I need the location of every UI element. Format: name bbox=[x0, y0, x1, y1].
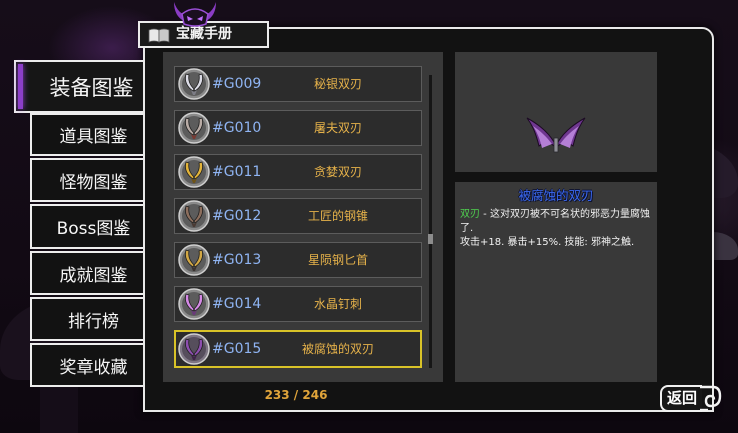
crossed-blades-icon bbox=[178, 68, 210, 100]
sidebar-item-monster-codex[interactable]: 怪物图鉴 bbox=[30, 158, 143, 202]
sidebar-item-leaderboard[interactable]: 排行榜 bbox=[30, 297, 143, 341]
detail-category: 双刃 bbox=[460, 209, 480, 220]
item-id: #G013 bbox=[212, 252, 262, 268]
list-item[interactable]: #G015 被腐蚀的双刃 bbox=[174, 330, 422, 368]
item-preview-panel bbox=[455, 52, 657, 172]
collection-counter: 233 / 246 bbox=[264, 388, 328, 402]
item-name: 贪婪双刃 bbox=[313, 165, 362, 179]
demon-emblem-icon bbox=[174, 2, 216, 27]
item-id: #G011 bbox=[212, 164, 262, 180]
sidebar-item-equipment-codex[interactable]: 装备图鉴 bbox=[14, 60, 143, 113]
list-item[interactable]: #G009 秘银双刃 bbox=[174, 66, 422, 102]
crossed-blades-icon bbox=[178, 112, 210, 144]
crossed-blades-icon bbox=[178, 200, 210, 232]
detail-title: 被腐蚀的双刃 bbox=[518, 188, 594, 203]
corrupted-blades-icon bbox=[526, 117, 586, 153]
sidebar-item-item-codex[interactable]: 道具图鉴 bbox=[30, 113, 143, 156]
item-id: #G009 bbox=[212, 76, 262, 92]
item-name: 星陨钢匕首 bbox=[307, 253, 368, 267]
list-item[interactable]: #G011 贪婪双刃 bbox=[174, 154, 422, 190]
crossed-blades-icon bbox=[178, 244, 210, 276]
item-detail-panel: 被腐蚀的双刃 双刃 - 这对双刃被不可名状的邪恶力量腐蚀了. 攻击+18. 暴击… bbox=[455, 182, 657, 382]
item-name: 屠夫双刃 bbox=[313, 121, 362, 135]
list-item[interactable]: #G014 水晶钉刺 bbox=[174, 286, 422, 322]
crossed-blades-icon bbox=[178, 288, 210, 320]
back-label: 返回 bbox=[660, 385, 702, 412]
detail-body: 双刃 - 这对双刃被不可名状的邪恶力量腐蚀了. 攻击+18. 暴击+15%. 技… bbox=[460, 208, 654, 250]
item-name: 秘银双刃 bbox=[313, 77, 362, 91]
book-icon bbox=[148, 28, 170, 43]
list-item[interactable]: #G012 工匠的钢锥 bbox=[174, 198, 422, 234]
list-item[interactable]: #G013 星陨钢匕首 bbox=[174, 242, 422, 278]
sidebar-item-medal-collection[interactable]: 奖章收藏 bbox=[30, 343, 143, 387]
item-id: #G015 bbox=[212, 341, 262, 357]
scrollbar-thumb[interactable] bbox=[428, 234, 433, 244]
detail-description: 双刃 - 这对双刃被不可名状的邪恶力量腐蚀了. bbox=[460, 208, 654, 236]
crossed-blades-icon bbox=[178, 333, 210, 365]
sidebar-item-achievement-codex[interactable]: 成就图鉴 bbox=[30, 251, 143, 295]
item-id: #G012 bbox=[212, 208, 262, 224]
item-id: #G014 bbox=[212, 296, 262, 312]
main-panel: #G009 秘银双刃 #G010 屠夫双刃 #G011 贪婪双刃 #G012 工… bbox=[143, 27, 714, 412]
item-list: #G009 秘银双刃 #G010 屠夫双刃 #G011 贪婪双刃 #G012 工… bbox=[163, 52, 443, 382]
sidebar-item-boss-codex[interactable]: Boss图鉴 bbox=[30, 204, 143, 249]
item-name: 工匠的钢锥 bbox=[307, 209, 368, 223]
item-id: #G010 bbox=[212, 120, 262, 136]
crossed-blades-icon bbox=[178, 156, 210, 188]
list-item[interactable]: #G010 屠夫双刃 bbox=[174, 110, 422, 146]
list-scrollbar[interactable] bbox=[428, 75, 433, 368]
detail-stats: 攻击+18. 暴击+15%. 技能: 邪神之触. bbox=[460, 237, 635, 248]
item-name: 水晶钉刺 bbox=[313, 297, 362, 311]
detail-description-text: - 这对双刃被不可名状的邪恶力量腐蚀了. bbox=[460, 209, 650, 234]
item-name: 被腐蚀的双刃 bbox=[301, 342, 374, 356]
swirl-arrow-icon bbox=[700, 385, 722, 412]
back-button[interactable]: 返回 bbox=[660, 385, 722, 413]
